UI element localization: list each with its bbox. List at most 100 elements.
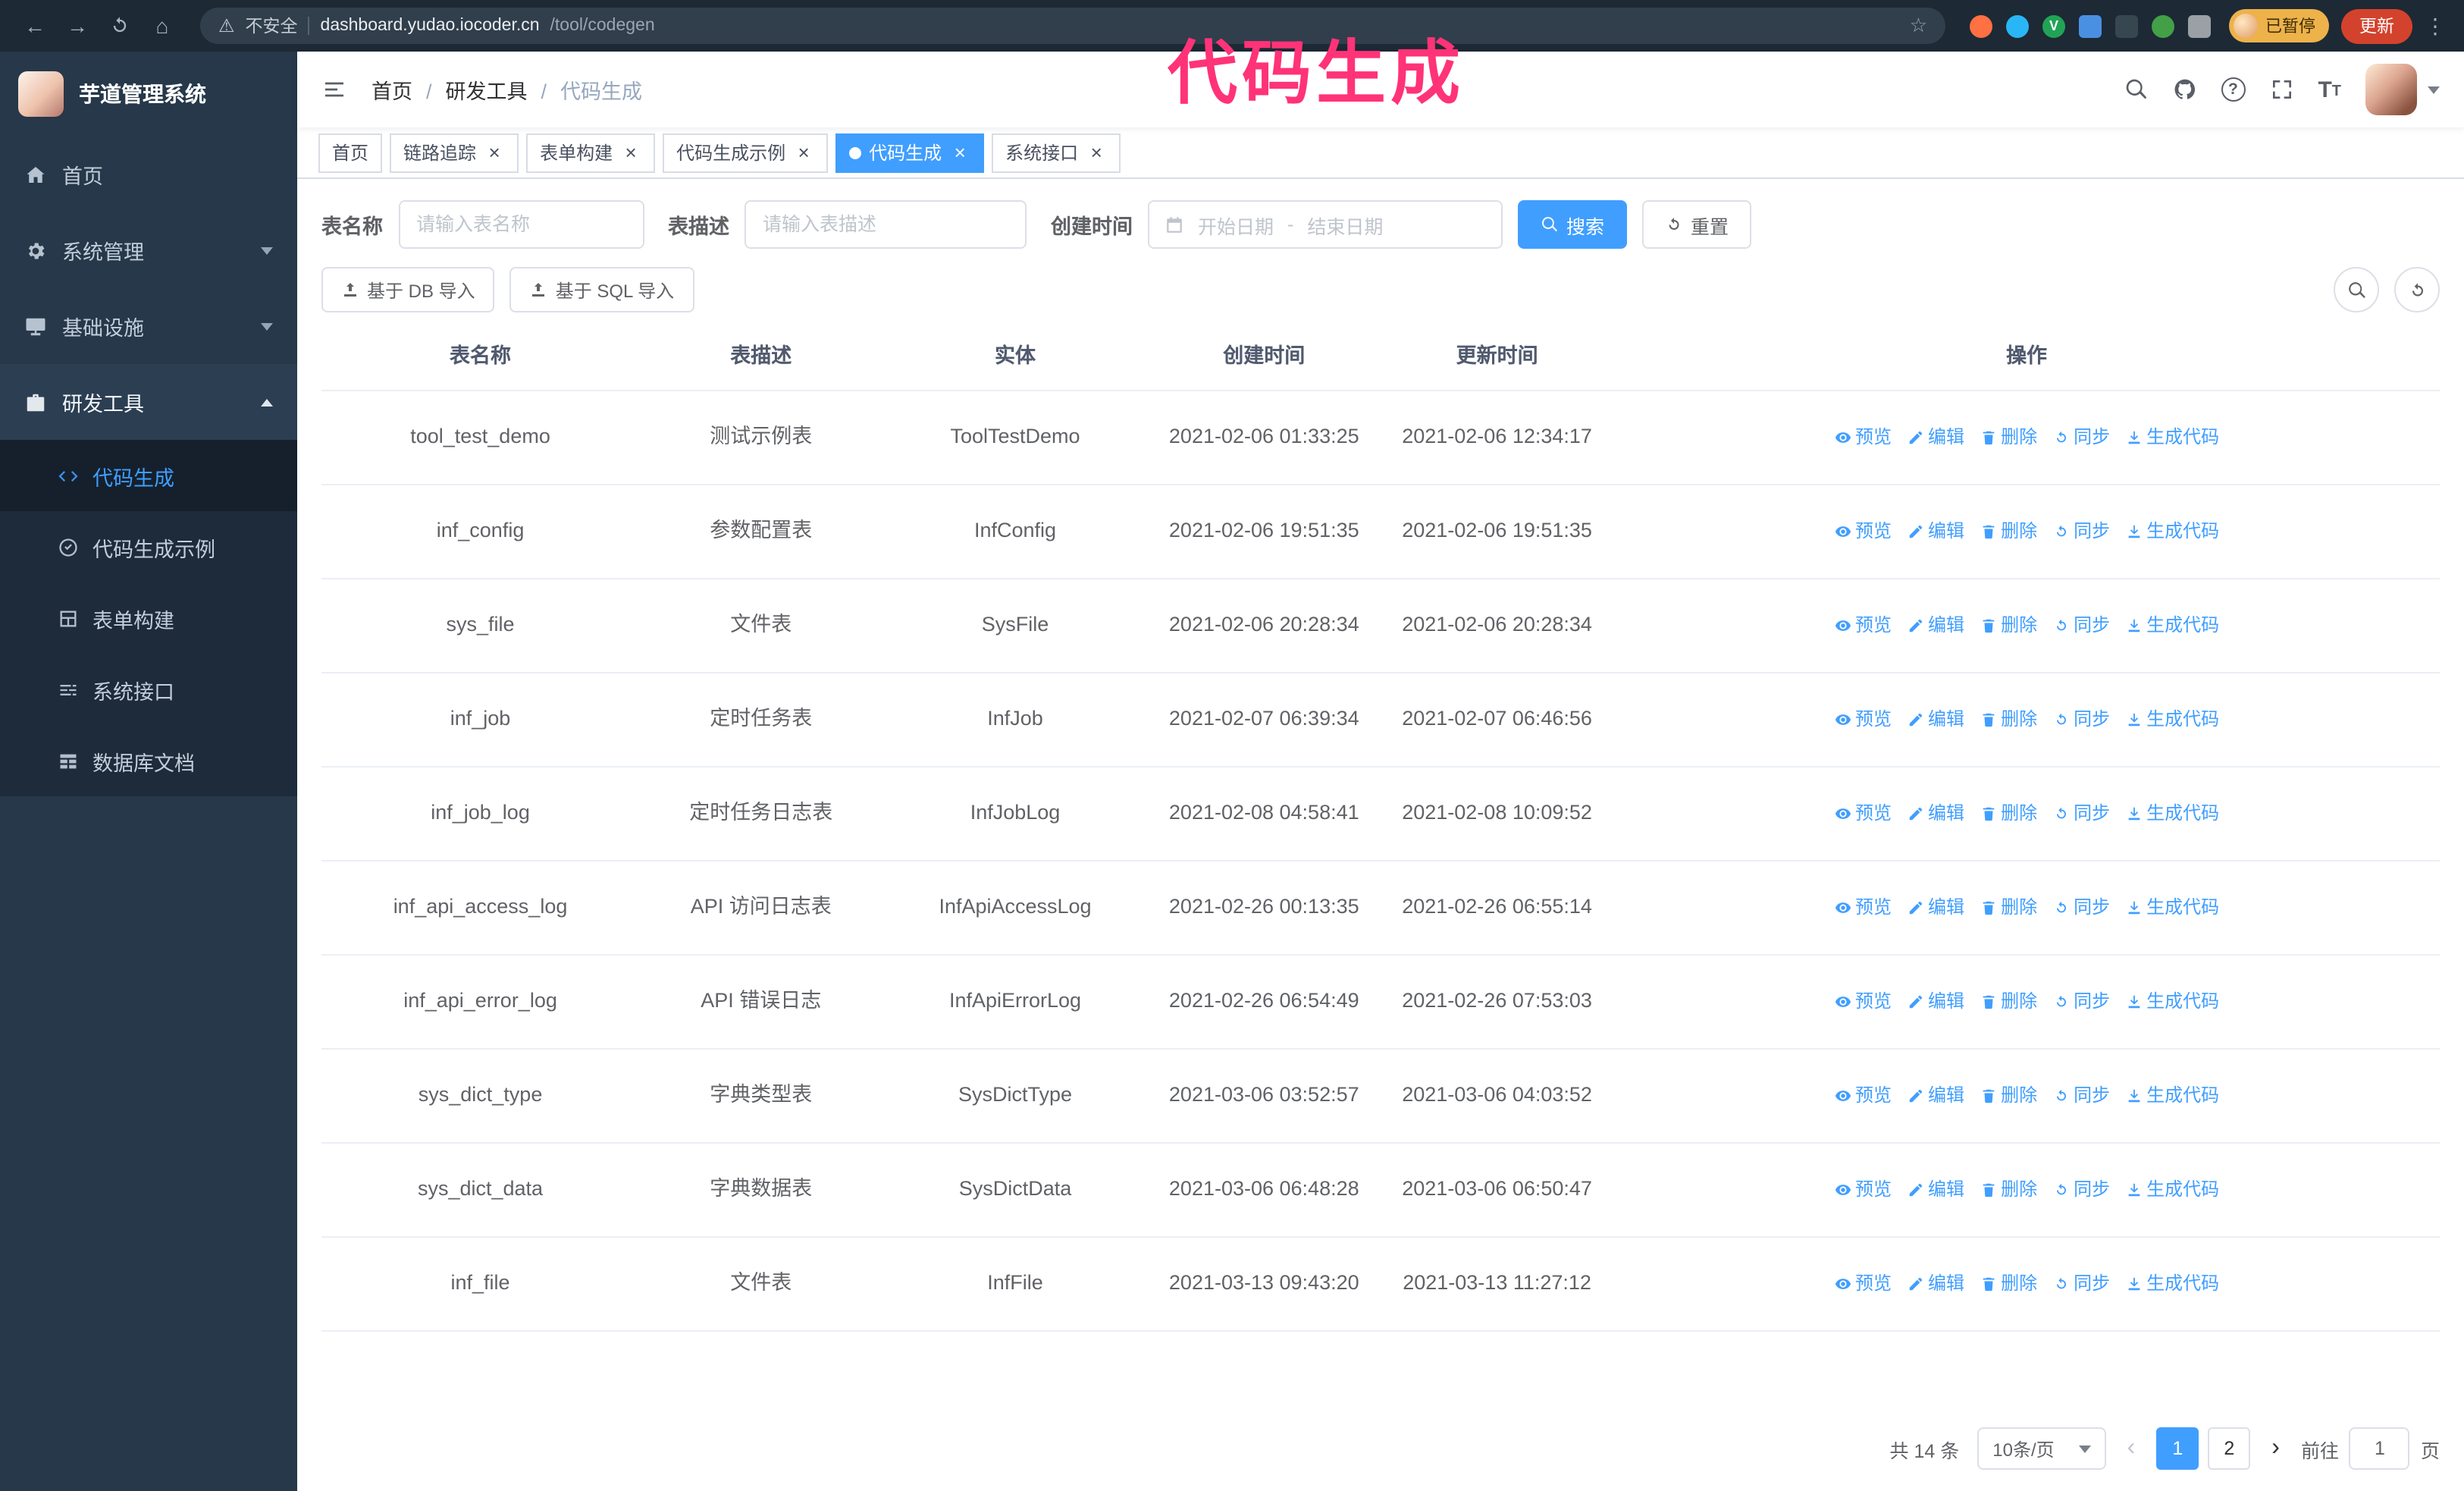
row-action-link[interactable]: 预览 <box>1834 799 1892 827</box>
sidebar-subitem-form-builder[interactable]: 表单构建 <box>0 582 297 654</box>
back-icon[interactable]: ← <box>15 6 55 46</box>
row-action-link[interactable]: 删除 <box>1980 1270 2037 1298</box>
row-action-link[interactable]: 生成代码 <box>2125 893 2219 921</box>
reset-button[interactable]: 重置 <box>1642 200 1752 249</box>
search-button[interactable]: 搜索 <box>1518 200 1628 249</box>
breadcrumb-item[interactable]: 代码生成 <box>528 74 642 105</box>
tab[interactable]: 代码生成 <box>835 133 985 172</box>
toggle-search-button[interactable] <box>2334 267 2379 312</box>
row-action-link[interactable]: 生成代码 <box>2125 705 2219 733</box>
search-icon[interactable] <box>2124 77 2148 102</box>
row-action-link[interactable]: 生成代码 <box>2125 1081 2219 1110</box>
row-action-link[interactable]: 生成代码 <box>2125 987 2219 1015</box>
row-action-link[interactable]: 编辑 <box>1907 517 1964 545</box>
row-action-link[interactable]: 预览 <box>1834 705 1892 733</box>
extension-icon[interactable] <box>2152 14 2174 37</box>
goto-page-input[interactable] <box>2349 1427 2410 1470</box>
row-action-link[interactable]: 删除 <box>1980 705 2037 733</box>
row-action-link[interactable]: 编辑 <box>1907 893 1964 921</box>
close-icon[interactable] <box>949 142 970 163</box>
row-action-link[interactable]: 预览 <box>1834 1270 1892 1298</box>
browser-home-icon[interactable]: ⌂ <box>143 6 182 46</box>
row-action-link[interactable]: 预览 <box>1834 987 1892 1015</box>
breadcrumb-item[interactable]: 研发工具 <box>412 74 528 105</box>
refresh-table-button[interactable] <box>2394 267 2440 312</box>
row-action-link[interactable]: 编辑 <box>1907 611 1964 639</box>
page-number-button[interactable]: 1 <box>2156 1427 2199 1470</box>
row-action-link[interactable]: 删除 <box>1980 893 2037 921</box>
github-icon[interactable] <box>2172 77 2196 102</box>
row-action-link[interactable]: 删除 <box>1980 611 2037 639</box>
user-menu[interactable] <box>2365 64 2440 115</box>
reload-icon[interactable] <box>100 6 140 46</box>
import-db-button[interactable]: 基于 DB 导入 <box>321 267 495 312</box>
forward-icon[interactable]: → <box>58 6 97 46</box>
next-page-icon[interactable]: › <box>2268 1436 2283 1461</box>
row-action-link[interactable]: 预览 <box>1834 611 1892 639</box>
tab[interactable]: 代码生成示例 <box>663 133 829 172</box>
row-action-link[interactable]: 预览 <box>1834 1081 1892 1110</box>
extension-icon[interactable]: V <box>2042 14 2065 37</box>
close-icon[interactable] <box>484 142 505 163</box>
page-size-select[interactable]: 10条/页 <box>1977 1427 2106 1470</box>
sidebar-item-home[interactable]: 首页 <box>0 137 297 212</box>
table-desc-input[interactable] <box>745 200 1027 249</box>
row-action-link[interactable]: 生成代码 <box>2125 1270 2219 1298</box>
row-action-link[interactable]: 删除 <box>1980 1176 2037 1204</box>
extension-icon[interactable] <box>2006 14 2029 37</box>
row-action-link[interactable]: 同步 <box>2052 611 2110 639</box>
prev-page-icon[interactable]: ‹ <box>2124 1436 2139 1461</box>
row-action-link[interactable]: 同步 <box>2052 893 2110 921</box>
font-size-icon[interactable] <box>2318 78 2341 101</box>
address-bar[interactable]: ⚠ 不安全 dashboard.yudao.iocoder.cn/tool/co… <box>200 8 1945 44</box>
row-action-link[interactable]: 同步 <box>2052 1270 2110 1298</box>
row-action-link[interactable]: 同步 <box>2052 517 2110 545</box>
bookmark-star-icon[interactable]: ☆ <box>1910 14 1927 38</box>
row-action-link[interactable]: 同步 <box>2052 423 2110 451</box>
fullscreen-icon[interactable] <box>2269 77 2293 102</box>
row-action-link[interactable]: 同步 <box>2052 987 2110 1015</box>
hamburger-icon[interactable] <box>321 77 347 102</box>
row-action-link[interactable]: 删除 <box>1980 987 2037 1015</box>
browser-update-button[interactable]: 更新 <box>2341 8 2412 43</box>
sidebar-subitem-codegen-example[interactable]: 代码生成示例 <box>0 511 297 582</box>
sidebar-subitem-db-doc[interactable]: 数据库文档 <box>0 725 297 796</box>
help-icon[interactable] <box>2221 77 2246 102</box>
puzzle-extensions-icon[interactable] <box>2188 14 2211 37</box>
row-action-link[interactable]: 编辑 <box>1907 987 1964 1015</box>
close-icon[interactable] <box>1086 142 1107 163</box>
sidebar-item-devtools[interactable]: 研发工具 <box>0 364 297 440</box>
close-icon[interactable] <box>620 142 641 163</box>
row-action-link[interactable]: 编辑 <box>1907 423 1964 451</box>
row-action-link[interactable]: 同步 <box>2052 1081 2110 1110</box>
tab[interactable]: 链路追踪 <box>390 133 519 172</box>
extension-icon[interactable] <box>2079 14 2102 37</box>
row-action-link[interactable]: 预览 <box>1834 1176 1892 1204</box>
breadcrumb-item[interactable]: 首页 <box>371 74 412 105</box>
row-action-link[interactable]: 删除 <box>1980 423 2037 451</box>
sidebar-subitem-system-api[interactable]: 系统接口 <box>0 654 297 725</box>
row-action-link[interactable]: 同步 <box>2052 799 2110 827</box>
row-action-link[interactable]: 生成代码 <box>2125 517 2219 545</box>
row-action-link[interactable]: 编辑 <box>1907 1081 1964 1110</box>
row-action-link[interactable]: 生成代码 <box>2125 423 2219 451</box>
row-action-link[interactable]: 预览 <box>1834 423 1892 451</box>
sidebar-subitem-codegen[interactable]: 代码生成 <box>0 440 297 511</box>
tab[interactable]: 表单构建 <box>526 133 656 172</box>
browser-menu-icon[interactable]: ⋮ <box>2422 13 2449 39</box>
tab[interactable]: 系统接口 <box>992 133 1121 172</box>
profile-paused-badge[interactable]: 已暂停 <box>2229 9 2329 42</box>
row-action-link[interactable]: 生成代码 <box>2125 799 2219 827</box>
extension-icon[interactable] <box>1970 14 1992 37</box>
row-action-link[interactable]: 编辑 <box>1907 799 1964 827</box>
row-action-link[interactable]: 预览 <box>1834 893 1892 921</box>
row-action-link[interactable]: 预览 <box>1834 517 1892 545</box>
close-icon[interactable] <box>793 142 814 163</box>
date-range-picker[interactable]: 开始日期 - 结束日期 <box>1148 200 1503 249</box>
row-action-link[interactable]: 编辑 <box>1907 1176 1964 1204</box>
row-action-link[interactable]: 同步 <box>2052 705 2110 733</box>
page-number-button[interactable]: 2 <box>2208 1427 2251 1470</box>
row-action-link[interactable]: 编辑 <box>1907 705 1964 733</box>
row-action-link[interactable]: 生成代码 <box>2125 1176 2219 1204</box>
import-sql-button[interactable]: 基于 SQL 导入 <box>509 267 694 312</box>
